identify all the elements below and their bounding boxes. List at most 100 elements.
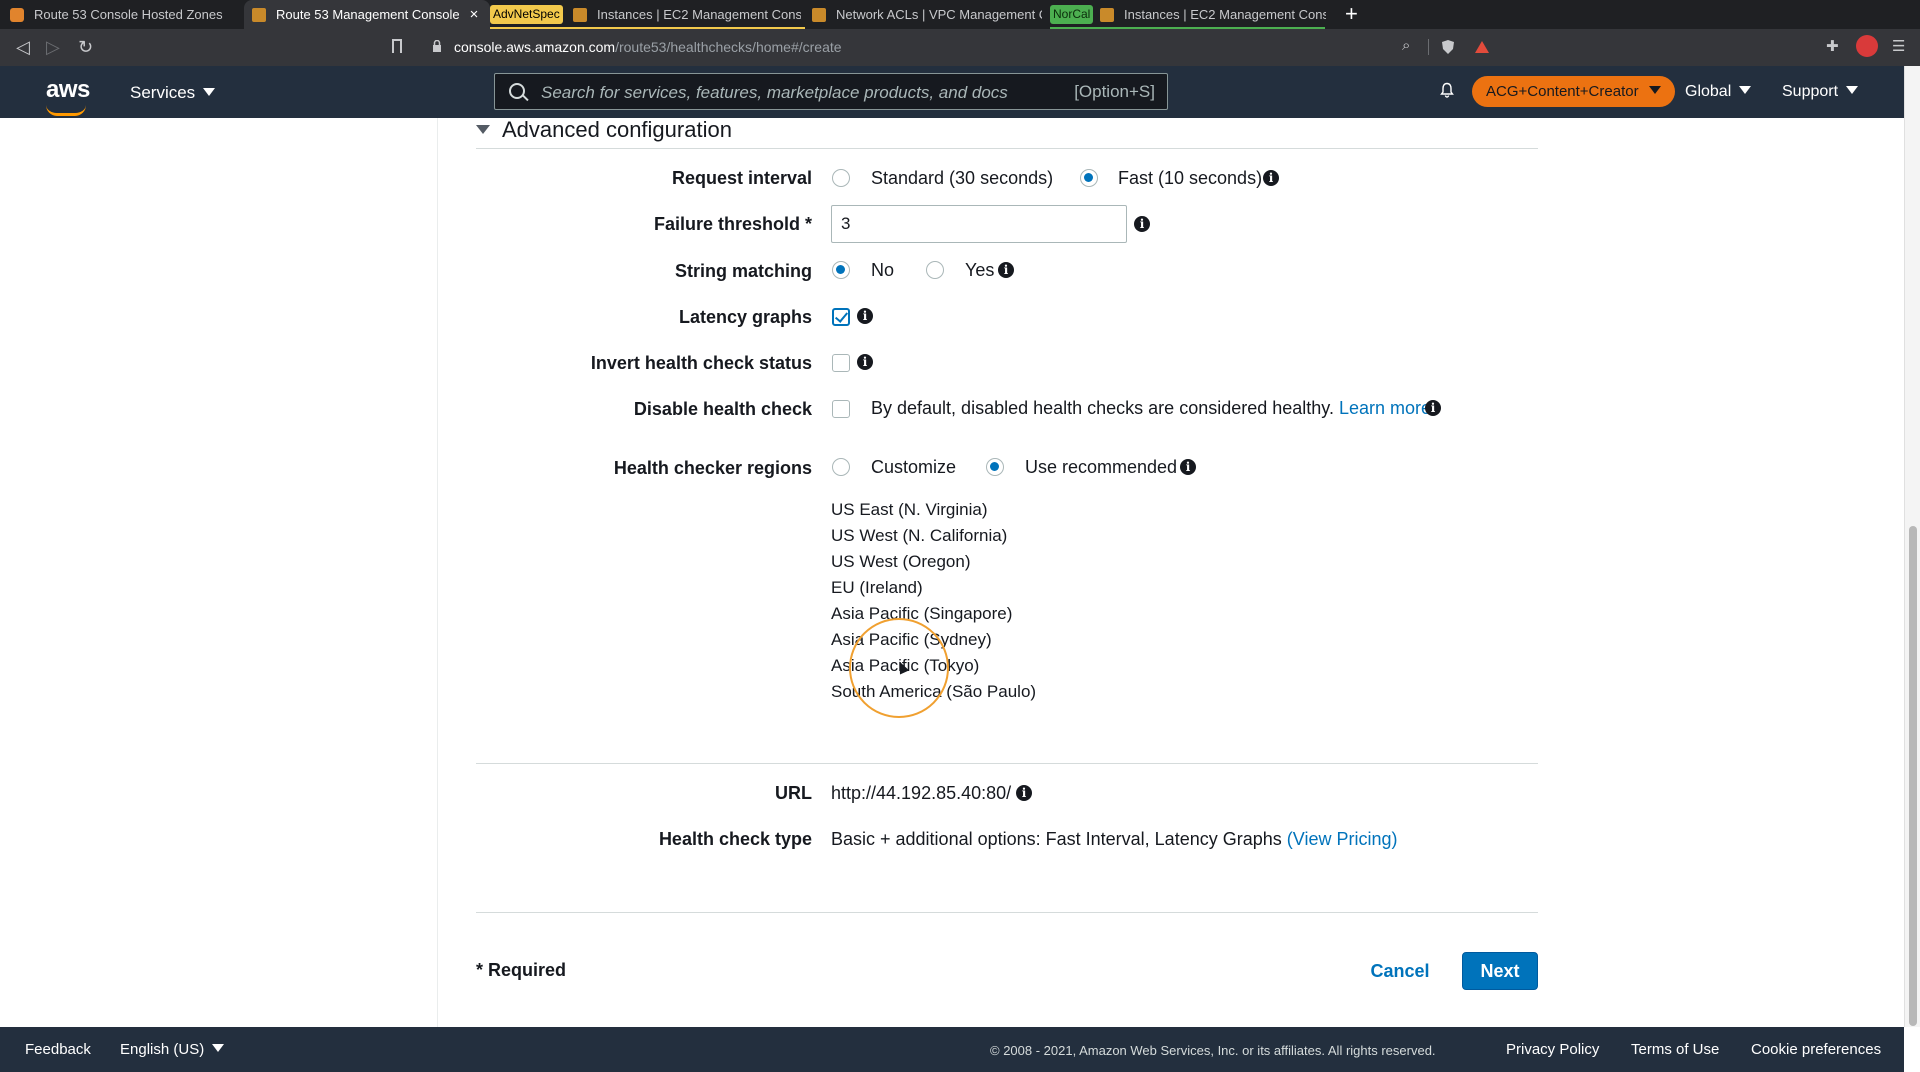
info-icon[interactable]: i <box>1425 400 1441 416</box>
tab-label: Route 53 Management Console <box>276 7 460 22</box>
info-icon[interactable]: i <box>998 262 1014 278</box>
option-customize-regions: Customize <box>871 457 957 477</box>
learn-more-link[interactable]: Learn more <box>1339 398 1431 418</box>
scrollbar-thumb[interactable] <box>1909 526 1917 1026</box>
url-field[interactable]: console.aws.amazon.com/route53/healthche… <box>454 39 842 55</box>
account-menu[interactable]: ACG+Content+Creator <box>1472 76 1675 107</box>
services-menu[interactable]: Services <box>130 83 216 103</box>
regions-label: Health checker regions <box>613 458 812 478</box>
region-item: US West (Oregon) <box>831 552 971 571</box>
reload-icon[interactable]: ↻ <box>78 37 93 57</box>
option-standard-interval: Standard (30 seconds) <box>871 168 1054 188</box>
radio-recommended-regions[interactable] <box>986 458 1004 476</box>
aws-logo[interactable]: aws <box>46 76 90 116</box>
tab-label: Instances | EC2 Management Conso <box>597 7 801 22</box>
latency-graphs-label: Latency graphs <box>678 307 812 327</box>
latency-graphs-checkbox[interactable] <box>832 308 850 326</box>
profile-avatar[interactable] <box>1856 35 1878 57</box>
browser-tab[interactable]: Instances | EC2 Management Conso <box>1100 0 1326 29</box>
browser-tab-bar: Route 53 Console Hosted Zones Route 53 M… <box>0 0 1920 29</box>
info-icon[interactable]: i <box>1016 785 1032 801</box>
region-item: Asia Pacific (Singapore) <box>831 604 1013 623</box>
disable-check-description: By default, disabled health checks are c… <box>871 398 1431 419</box>
tab-group-tag[interactable]: NorCal <box>1050 5 1094 24</box>
privacy-policy-link[interactable]: Privacy Policy <box>1506 1041 1599 1058</box>
region-menu[interactable]: Global <box>1685 83 1752 101</box>
string-matching-label: String matching <box>674 261 812 281</box>
browser-tab[interactable]: Network ACLs | VPC Management C <box>812 0 1042 29</box>
aws-favicon-icon <box>812 7 826 22</box>
cookie-preferences-link[interactable]: Cookie preferences <box>1751 1041 1881 1058</box>
caret-down-icon <box>1846 86 1859 94</box>
check-type-text: Basic + additional options: Fast Interva… <box>831 829 1282 849</box>
radio-standard-interval[interactable] <box>832 169 850 187</box>
next-button[interactable]: Next <box>1462 952 1538 990</box>
radio-string-matching-no[interactable] <box>832 261 850 279</box>
rewards-icon[interactable] <box>1474 39 1490 55</box>
tab-label: Network ACLs | VPC Management C <box>836 7 1042 22</box>
info-icon[interactable]: i <box>857 308 873 324</box>
close-tab-icon[interactable]: × <box>470 6 479 23</box>
disable-check-checkbox[interactable] <box>832 400 850 418</box>
radio-string-matching-yes[interactable] <box>926 261 944 279</box>
notifications-bell-icon[interactable] <box>1439 82 1455 98</box>
cancel-button[interactable]: Cancel <box>1362 952 1438 990</box>
option-string-matching-yes: Yes <box>965 260 995 280</box>
forward-icon[interactable]: ▷ <box>46 37 60 57</box>
browser-tab-active[interactable]: Route 53 Management Console × <box>244 0 490 29</box>
caret-down-icon <box>1648 86 1661 94</box>
menu-icon[interactable]: ☰ <box>1892 37 1905 55</box>
brave-shield-icon[interactable] <box>1440 39 1456 55</box>
bookmark-icon[interactable] <box>392 39 402 53</box>
failure-threshold-label: Failure threshold * <box>653 214 812 234</box>
info-icon[interactable]: i <box>857 354 873 370</box>
aws-logo-text: aws <box>46 76 90 103</box>
caret-down-icon <box>203 88 216 96</box>
radio-customize-regions[interactable] <box>832 458 850 476</box>
aws-favicon-icon <box>573 7 587 22</box>
search-shortcut: [Option+S] <box>1074 82 1155 101</box>
info-icon[interactable]: i <box>1134 216 1150 232</box>
info-icon[interactable]: i <box>1263 170 1279 186</box>
search-box[interactable]: [Option+S] <box>494 73 1168 110</box>
search-icon <box>509 83 525 99</box>
option-fast-interval: Fast (10 seconds) <box>1118 168 1263 188</box>
route53-favicon-icon <box>10 7 24 22</box>
section-title: Advanced configuration <box>502 117 732 142</box>
tab-group-tag[interactable]: AdvNetSpec <box>490 5 563 24</box>
disable-check-label: Disable health check <box>633 399 812 419</box>
search-input[interactable] <box>539 81 1063 105</box>
caret-down-icon <box>476 125 490 134</box>
url-host: console.aws.amazon.com <box>454 39 616 55</box>
tab-label: Instances | EC2 Management Conso <box>1124 7 1326 22</box>
language-selector[interactable]: English (US) <box>120 1041 225 1058</box>
view-pricing-link[interactable]: (View Pricing) <box>1287 829 1398 849</box>
new-tab-button[interactable]: + <box>1345 3 1358 25</box>
feedback-link[interactable]: Feedback <box>25 1041 91 1058</box>
chrome-divider <box>1428 39 1429 55</box>
region-item: South America (São Paulo) <box>831 682 1037 701</box>
caret-down-icon <box>212 1044 225 1052</box>
failure-threshold-input[interactable] <box>831 205 1127 243</box>
radio-fast-interval[interactable] <box>1080 169 1098 187</box>
back-icon[interactable]: ◁ <box>16 37 30 57</box>
tab-label: Route 53 Console Hosted Zones <box>34 7 223 22</box>
advanced-config-toggle[interactable]: Advanced configuration <box>476 117 732 143</box>
support-menu[interactable]: Support <box>1782 83 1859 101</box>
copyright-text: © 2008 - 2021, Amazon Web Services, Inc.… <box>990 1043 1436 1058</box>
region-item: Asia Pacific (Sydney) <box>831 630 992 649</box>
invert-status-label: Invert health check status <box>590 353 812 373</box>
required-note: * Required <box>476 960 567 980</box>
address-bar: ◁ ▷ ↻ console.aws.amazon.com/route53/hea… <box>0 29 1920 66</box>
page-scrollbar[interactable] <box>1904 66 1920 1027</box>
zoom-icon[interactable]: ⌕ <box>1402 37 1410 54</box>
browser-tab[interactable]: Route 53 Console Hosted Zones <box>10 0 242 29</box>
left-panel <box>0 118 438 1027</box>
browser-tab[interactable]: Instances | EC2 Management Conso <box>573 0 801 29</box>
check-type-value: Basic + additional options: Fast Interva… <box>831 829 1397 850</box>
terms-of-use-link[interactable]: Terms of Use <box>1631 1041 1719 1058</box>
region-item: EU (Ireland) <box>831 578 923 597</box>
info-icon[interactable]: i <box>1180 459 1196 475</box>
invert-status-checkbox[interactable] <box>832 354 850 372</box>
extensions-icon[interactable]: ✚ <box>1826 37 1839 55</box>
